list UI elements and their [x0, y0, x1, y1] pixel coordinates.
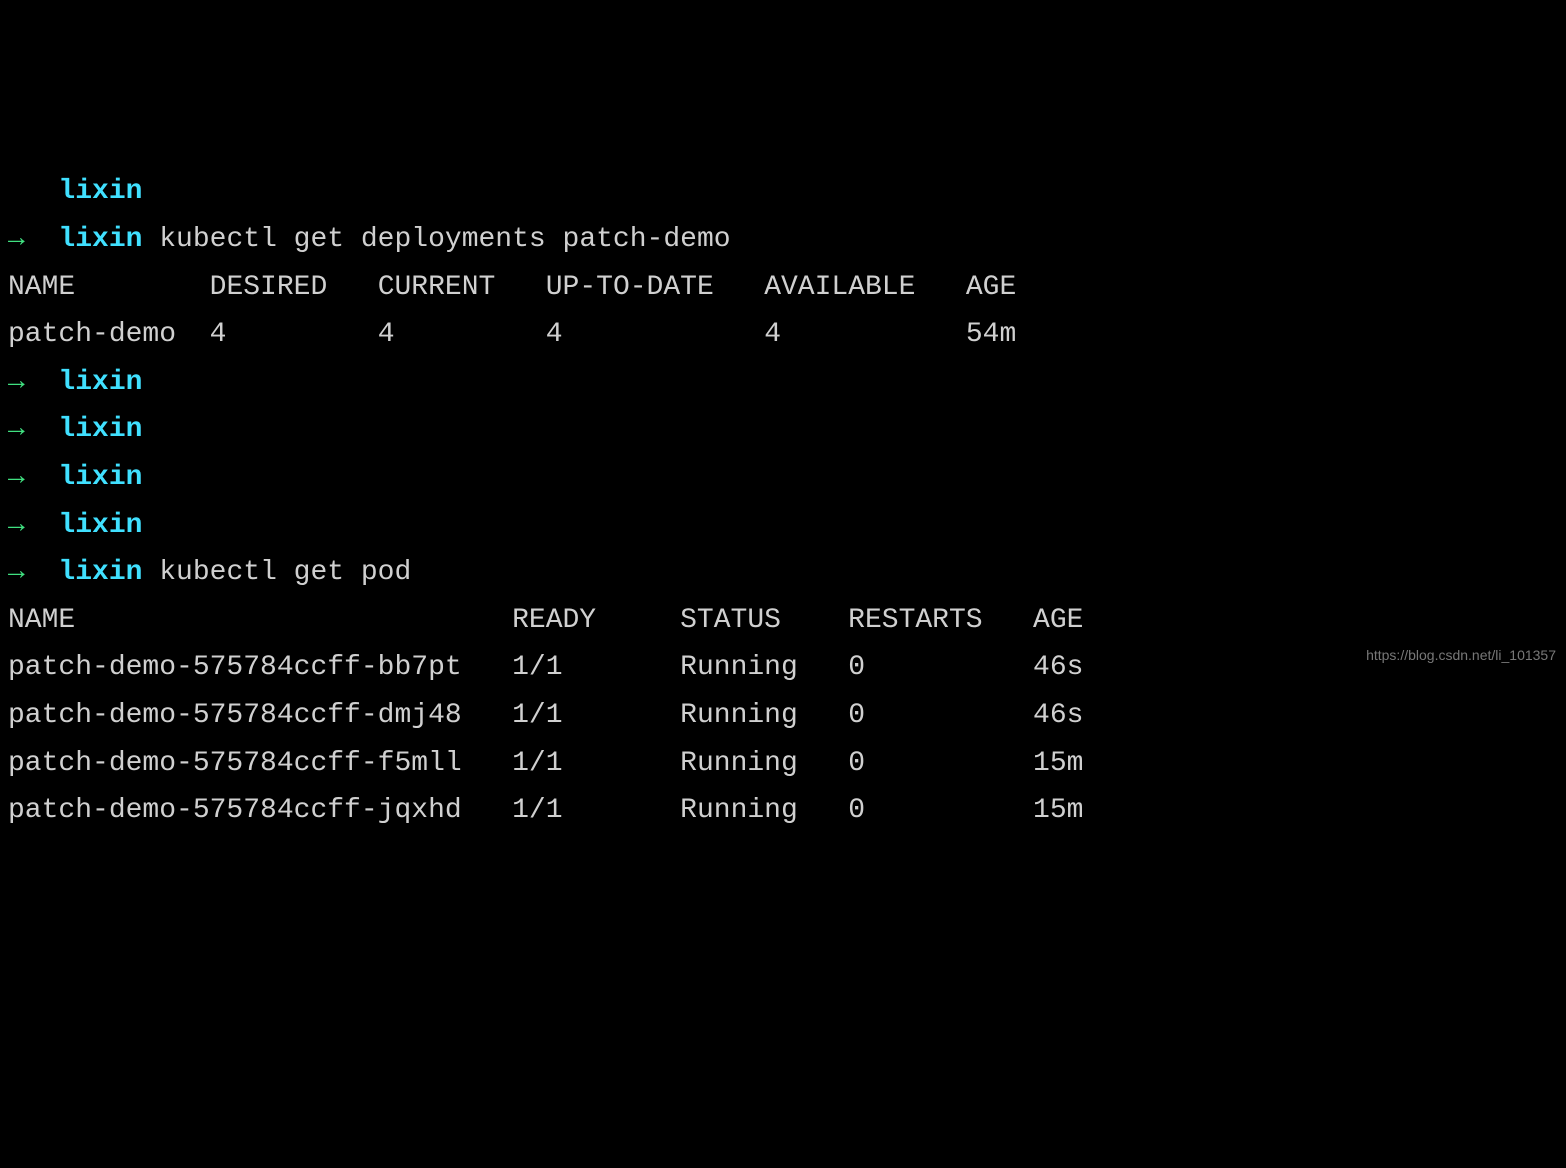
pod-row: patch-demo-575784ccff-bb7pt 1/1 Running … [8, 644, 1558, 692]
prompt-line-cmd2: → lixin kubectl get pod [8, 549, 1558, 597]
prompt-user: lixin [58, 462, 142, 493]
pod-row: patch-demo-575784ccff-f5mll 1/1 Running … [8, 740, 1558, 788]
command-text: kubectl get deployments patch-demo [159, 224, 730, 255]
pod-row: patch-demo-575784ccff-jqxhd 1/1 Running … [8, 787, 1558, 835]
command-text: kubectl get pod [159, 557, 411, 588]
watermark: https://blog.csdn.net/li_101357 [1366, 644, 1556, 668]
deployment-row: patch-demo 4 4 4 4 54m [8, 311, 1558, 359]
prompt-user: lixin [58, 510, 142, 541]
prompt-line-empty: → lixin [8, 502, 1558, 550]
pod-row: patch-demo-575784ccff-dmj48 1/1 Running … [8, 692, 1558, 740]
prompt-line-empty: → lixin [8, 454, 1558, 502]
prompt-arrow-icon: → [8, 510, 25, 541]
terminal-output: lixin→ lixin kubectl get deployments pat… [8, 168, 1558, 834]
prompt-arrow-icon: → [8, 367, 25, 398]
prompt-user: lixin [58, 367, 142, 398]
prompt-arrow-icon: → [8, 557, 25, 588]
prompt-arrow-icon: → [8, 414, 25, 445]
prompt-line-cmd1: → lixin kubectl get deployments patch-de… [8, 216, 1558, 264]
deployments-header: NAME DESIRED CURRENT UP-TO-DATE AVAILABL… [8, 264, 1558, 312]
prompt-arrow-icon: → [8, 224, 25, 255]
truncated-prompt: lixin [8, 168, 1558, 216]
pods-header: NAME READY STATUS RESTARTS AGE [8, 597, 1558, 645]
prompt-user: lixin [58, 414, 142, 445]
prompt-user: lixin [58, 224, 142, 255]
prompt-user: lixin [58, 557, 142, 588]
prompt-line-empty: → lixin [8, 359, 1558, 407]
prompt-line-empty: → lixin [8, 406, 1558, 454]
prompt-arrow-icon: → [8, 462, 25, 493]
